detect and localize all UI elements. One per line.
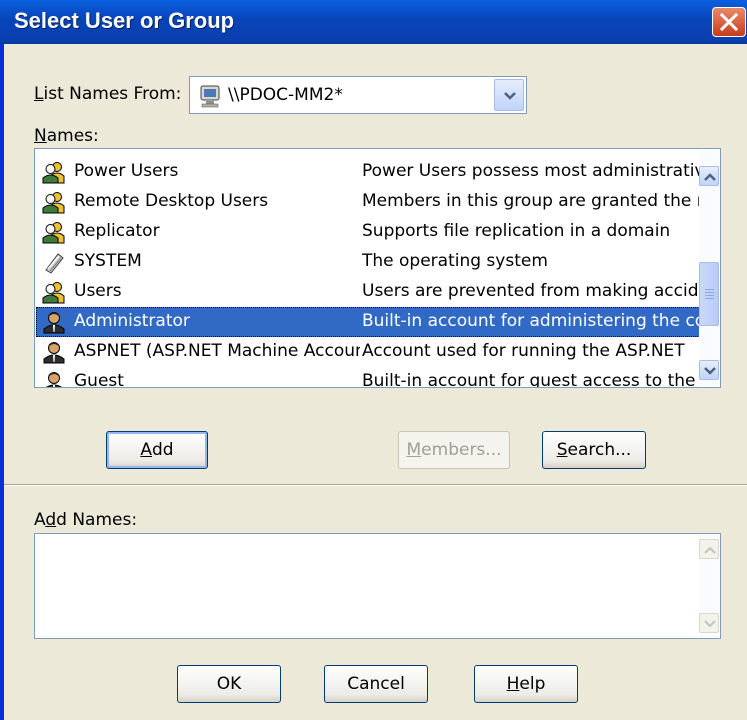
- item-description: Account used for running the ASP.NET: [362, 341, 685, 361]
- list-item[interactable]: ASPNET (ASP.NET Machine Account) Account…: [36, 337, 700, 367]
- list-names-from-combobox[interactable]: \\PDOC-MM2*: [189, 76, 527, 114]
- system-icon: [45, 253, 64, 274]
- item-name: Administrator: [74, 311, 190, 331]
- title-bar[interactable]: Select User or Group: [0, 0, 747, 44]
- chevron-down-icon: [704, 367, 716, 375]
- list-names-from-value: \\PDOC-MM2*: [228, 85, 343, 105]
- members-button[interactable]: Members...: [398, 431, 510, 469]
- chevron-down-icon: [504, 92, 516, 100]
- item-name: Replicator: [74, 221, 160, 241]
- list-item-selected[interactable]: Administrator Built-in account for admin…: [36, 307, 700, 337]
- add-names-label: Add Names:: [34, 510, 138, 530]
- separator: [4, 484, 747, 486]
- item-description: Power Users possess most administrative: [362, 161, 699, 181]
- names-label: Names:: [34, 126, 99, 146]
- names-vertical-scrollbar[interactable]: [699, 150, 719, 386]
- list-item[interactable]: Guest Built-in account for guest access …: [36, 367, 700, 388]
- chevron-up-icon: [704, 546, 716, 554]
- chevron-down-icon: [704, 620, 716, 628]
- list-item[interactable]: Power Users Power Users possess most adm…: [36, 157, 700, 187]
- cancel-button[interactable]: Cancel: [324, 665, 428, 703]
- item-description: Built-in account for administering the c…: [362, 311, 699, 331]
- ok-button[interactable]: OK: [177, 665, 281, 703]
- scroll-down-button[interactable]: [699, 613, 719, 633]
- item-name: SYSTEM: [74, 251, 142, 271]
- user-icon: [43, 312, 65, 334]
- item-description: Built-in account for guest access to the: [362, 371, 696, 388]
- names-listview[interactable]: Power Users Power Users possess most adm…: [34, 148, 721, 388]
- scroll-thumb[interactable]: [699, 262, 719, 326]
- scroll-up-button[interactable]: [699, 166, 719, 186]
- add-button[interactable]: Add: [106, 431, 208, 469]
- window-frame-left: [0, 44, 4, 720]
- chevron-up-icon: [704, 173, 716, 181]
- group-icon: [42, 192, 65, 214]
- item-name: ASPNET (ASP.NET Machine Account): [74, 341, 360, 361]
- group-icon: [42, 282, 65, 304]
- scroll-up-button[interactable]: [699, 539, 719, 559]
- item-name: Power Users: [74, 161, 179, 181]
- search-button[interactable]: Search...: [542, 431, 646, 469]
- scroll-down-button[interactable]: [699, 360, 719, 380]
- item-name: Guest: [74, 371, 124, 388]
- close-button[interactable]: [712, 7, 746, 37]
- item-name: Remote Desktop Users: [74, 191, 269, 211]
- user-icon: [43, 342, 65, 364]
- add-names-scrollbar[interactable]: [699, 535, 719, 637]
- list-item[interactable]: SYSTEM The operating system: [36, 247, 700, 277]
- add-names-textarea[interactable]: [34, 533, 721, 639]
- item-description: The operating system: [362, 251, 548, 271]
- item-description: Users are prevented from making accident…: [362, 281, 699, 301]
- group-icon: [42, 162, 65, 184]
- item-description: Supports file replication in a domain: [362, 221, 671, 241]
- list-item[interactable]: Replicator Supports file replication in …: [36, 217, 700, 247]
- computer-icon: [200, 85, 220, 108]
- list-item[interactable]: Users Users are prevented from making ac…: [36, 277, 700, 307]
- item-name: Users: [74, 281, 122, 301]
- list-names-from-label: List Names From:: [34, 84, 182, 104]
- combo-dropdown-button[interactable]: [494, 79, 524, 111]
- window-title: Select User or Group: [14, 8, 235, 33]
- group-icon: [42, 222, 65, 244]
- close-icon: [720, 13, 738, 31]
- list-item[interactable]: Remote Desktop Users Members in this gro…: [36, 187, 700, 217]
- item-description: Members in this group are granted the ri…: [362, 191, 699, 211]
- help-button[interactable]: Help: [474, 665, 578, 703]
- user-icon: [45, 372, 63, 387]
